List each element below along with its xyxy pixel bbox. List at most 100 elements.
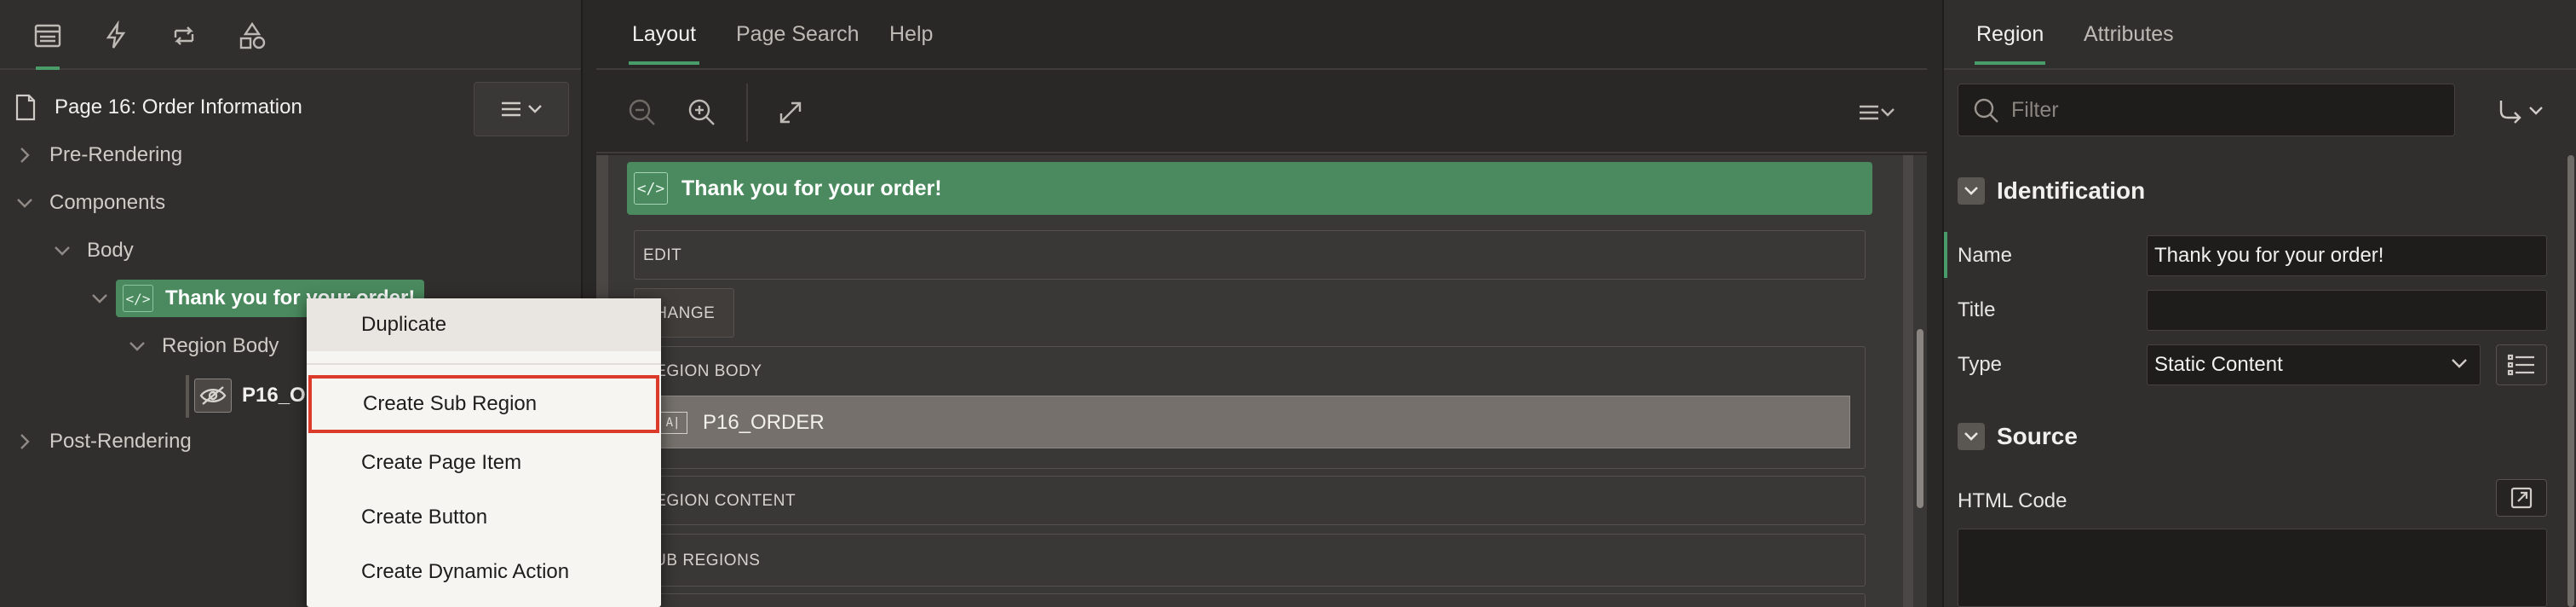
chevron-right-icon [20, 434, 30, 449]
menu-divider [307, 363, 661, 365]
type-label: Type [1958, 353, 2003, 376]
tree-guide-line [186, 375, 189, 418]
slot-sub-regions[interactable]: SUB REGIONS [634, 534, 1866, 587]
tab-page-search[interactable]: Page Search [736, 22, 860, 47]
type-select[interactable]: Static Content [2147, 344, 2481, 385]
chevron-down-icon [129, 342, 145, 351]
code-editor-expand-button[interactable] [2496, 479, 2547, 517]
center-tabs: Layout Page Search Help [596, 0, 1927, 70]
shared-components-tab[interactable] [230, 15, 274, 56]
page-designer: Page 16: Order Information Pre-Rendering… [0, 0, 2576, 607]
zoom-in-icon [688, 99, 715, 125]
tree-node-region-body[interactable]: Region Body [128, 325, 279, 367]
menu-item-create-dynamic-action[interactable]: Create Dynamic Action [307, 546, 661, 598]
tab-help[interactable]: Help [889, 22, 933, 47]
zoom-in-button[interactable] [681, 92, 722, 133]
group-title: Source [1997, 423, 2078, 449]
group-title: Identification [1997, 177, 2146, 204]
tree-node-label: Pre-Rendering [49, 143, 183, 166]
property-editor: Region Attributes Identification Name Th… [1942, 0, 2576, 607]
page-title: Page 16: Order Information [55, 95, 302, 119]
tree-node-label: Region Body [162, 334, 279, 357]
html-code-label: HTML Code [1958, 489, 2067, 512]
html-code-editor[interactable] [1958, 529, 2547, 607]
property-filter[interactable] [1958, 84, 2455, 136]
expand-icon [779, 101, 802, 124]
tree-node-label: Components [49, 191, 166, 214]
name-label: Name [1958, 244, 2013, 267]
menu-item-create-button[interactable]: Create Button [307, 491, 661, 544]
layout-toolbar [596, 72, 1927, 153]
title-label: Title [1958, 298, 1996, 321]
menu-item-duplicate[interactable]: Duplicate [307, 298, 661, 351]
tree-node-components[interactable]: Components [15, 182, 165, 224]
type-select-value: Static Content [2154, 353, 2283, 376]
processing-tab[interactable] [162, 15, 206, 56]
layout-region-title: Thank you for your order! [681, 176, 942, 200]
filter-input[interactable] [2011, 93, 2437, 127]
code-icon: </> [123, 285, 153, 312]
slot-region-content[interactable]: REGION CONTENT [634, 476, 1866, 525]
layout-item-label: P16_ORDER [703, 411, 825, 434]
go-to-group-button[interactable] [2479, 89, 2561, 133]
slot-label: EDIT [643, 246, 682, 264]
refresh-icon [174, 26, 194, 45]
collapse-toggle[interactable] [1958, 177, 1985, 205]
chevron-down-icon [1964, 187, 1978, 195]
layout-panel: Layout Page Search Help </> Thank you fo… [596, 0, 1927, 607]
chevron-down-icon [92, 294, 107, 304]
tab-layout[interactable]: Layout [628, 22, 700, 65]
property-tabs: Region Attributes [1944, 0, 2576, 70]
rendering-tab[interactable] [26, 15, 70, 70]
menu-lines-icon [502, 101, 520, 117]
layout-region-header[interactable]: </> Thank you for your order! [627, 162, 1872, 215]
menu-item-create-sub-region[interactable]: Create Sub Region [308, 375, 659, 433]
chevron-down-icon [2452, 359, 2467, 368]
search-icon [1974, 98, 1998, 123]
slot-edit[interactable]: EDIT [634, 230, 1866, 280]
list-icon [2507, 354, 2534, 376]
expand-button[interactable] [770, 92, 811, 133]
toolbar-divider [746, 84, 748, 142]
group-source[interactable]: Source [1958, 419, 2078, 454]
layout-scrollbar-thumb[interactable] [1917, 329, 1923, 508]
layout-page-item[interactable]: A| P16_ORDER [641, 396, 1850, 448]
tab-region[interactable]: Region [1974, 22, 2046, 65]
chevron-down-icon [17, 199, 32, 208]
tree-node-label: Post-Rendering [49, 430, 192, 453]
go-to-group-icon [2499, 101, 2521, 124]
name-field[interactable]: Thank you for your order! [2147, 235, 2547, 276]
property-scrollbar-thumb[interactable] [2567, 155, 2574, 607]
chevron-right-icon [20, 147, 30, 163]
chevron-down-icon [2529, 107, 2543, 115]
collapse-toggle[interactable] [1958, 423, 1985, 450]
left-pane-tabs [0, 0, 581, 70]
tree-node-pre-rendering[interactable]: Pre-Rendering [15, 134, 182, 176]
shapes-icon [239, 21, 266, 49]
tree-node-post-rendering[interactable]: Post-Rendering [15, 420, 192, 463]
title-field[interactable] [2147, 290, 2547, 331]
text-field-icon: A| [658, 412, 687, 434]
tab-attributes[interactable]: Attributes [2084, 22, 2174, 47]
layout-menu-button[interactable] [1847, 92, 1906, 133]
tree-node-body[interactable]: Body [53, 229, 134, 272]
tree-node-label: Body [87, 239, 134, 262]
slot-next [634, 593, 1866, 607]
active-property-marker [1944, 232, 1947, 278]
dynamic-actions-tab[interactable] [94, 15, 138, 56]
type-list-button[interactable] [2496, 344, 2547, 385]
hidden-item-icon [194, 379, 232, 413]
chevron-down-icon [55, 246, 70, 256]
chevron-down-icon [528, 105, 542, 113]
slot-label: REGION CONTENT [643, 492, 796, 510]
group-identification[interactable]: Identification [1958, 174, 2145, 208]
tree-menu-button[interactable] [474, 82, 569, 136]
menu-item-create-page-item[interactable]: Create Page Item [307, 436, 661, 489]
open-editor-icon [2510, 487, 2533, 509]
page-icon [15, 94, 36, 121]
menu-lines-icon [1860, 105, 1878, 120]
context-menu: Duplicate Create Sub Region Create Page … [307, 298, 661, 607]
chevron-down-icon [1881, 108, 1895, 117]
zoom-out-button[interactable] [622, 92, 663, 133]
chevron-down-icon [1964, 432, 1978, 441]
